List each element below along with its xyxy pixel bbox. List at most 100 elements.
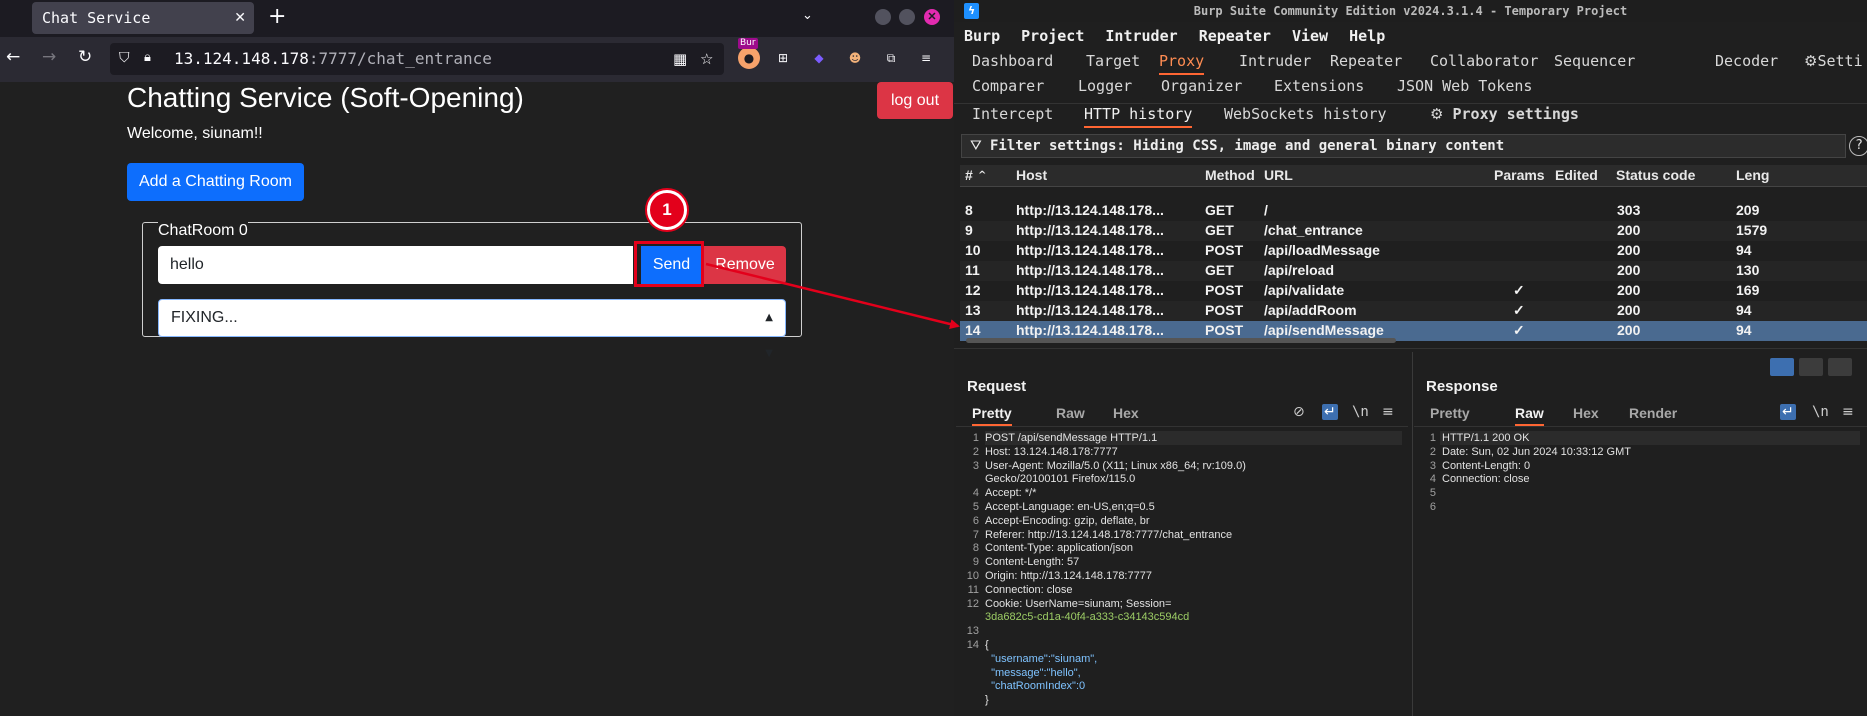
- extension-grid-icon[interactable]: ⊞: [772, 47, 794, 69]
- menu-repeater[interactable]: Repeater: [1199, 27, 1271, 45]
- tab-intercept[interactable]: Intercept: [972, 105, 1053, 123]
- line-number: 2: [1429, 445, 1436, 458]
- stacked-layout-icon[interactable]: [1799, 358, 1823, 376]
- request-tab-pretty[interactable]: Pretty: [972, 405, 1012, 426]
- tab-proxy[interactable]: Proxy: [1159, 52, 1205, 75]
- response-wrap-lines-icon[interactable]: ↵: [1780, 404, 1796, 420]
- table-row[interactable]: 13 http://13.124.148.178... POST/api/addRo…: [960, 301, 1867, 321]
- url-host: 13.124.148.178: [174, 49, 309, 68]
- request-response-divider[interactable]: [1412, 352, 1413, 716]
- forward-icon[interactable]: →: [42, 47, 56, 67]
- tab-decoder[interactable]: Decoder: [1715, 52, 1778, 70]
- close-tab-icon[interactable]: ✕: [234, 2, 246, 34]
- url-text[interactable]: 13.124.148.178:7777/chat_entrance: [174, 49, 492, 68]
- side-by-side-layout-icon[interactable]: [1770, 358, 1794, 376]
- help-icon[interactable]: ?: [1849, 136, 1867, 156]
- message-input[interactable]: hello: [158, 246, 633, 284]
- response-show-newlines-icon[interactable]: \n: [1812, 404, 1829, 420]
- line-number: 5: [972, 501, 979, 513]
- request-menu-icon[interactable]: ≡: [1382, 404, 1394, 420]
- cell-params: ✓: [1513, 282, 1525, 298]
- tabs-layout-icon[interactable]: [1828, 358, 1852, 376]
- new-tab-button[interactable]: +: [268, 4, 286, 30]
- url-bar[interactable]: ⛉ 🔒︎ 13.124.148.178:7777/chat_entrance ▦…: [110, 43, 724, 75]
- hide-nonprintable-icon[interactable]: ⊘: [1293, 404, 1305, 420]
- tab-settings[interactable]: ⚙Setti: [1804, 52, 1863, 70]
- lock-icon[interactable]: 🔒︎: [144, 50, 151, 65]
- bookmark-star-icon[interactable]: ☆: [700, 50, 713, 68]
- list-tabs-icon[interactable]: ⌄: [802, 8, 813, 23]
- menu-project[interactable]: Project: [1021, 27, 1084, 45]
- sort-asc-icon[interactable]: ^: [978, 170, 986, 181]
- request-tab-hex[interactable]: Hex: [1113, 405, 1139, 421]
- menu-intruder[interactable]: Intruder: [1105, 27, 1177, 45]
- chat-room-select[interactable]: FIXING... ▲ ▼: [158, 299, 786, 359]
- browser-tab[interactable]: Chat Service ✕: [32, 2, 254, 34]
- tab-intruder[interactable]: Intruder: [1239, 52, 1311, 70]
- extensions-puzzle-icon[interactable]: ⧉: [880, 47, 902, 69]
- code-line: Cookie: UserName=siunam; Session=: [985, 597, 1172, 610]
- tabs-separator: [954, 103, 1867, 104]
- table-row[interactable]: 12 http://13.124.148.178... POST/api/valid…: [960, 281, 1867, 301]
- code-line: Connection: close: [985, 583, 1073, 596]
- tab-json-web-tokens[interactable]: JSON Web Tokens: [1397, 77, 1532, 95]
- remove-button[interactable]: Remove: [704, 246, 786, 284]
- tab-organizer[interactable]: Organizer: [1161, 77, 1242, 95]
- tab-extensions[interactable]: Extensions: [1274, 77, 1364, 95]
- menu-icon[interactable]: ≡: [915, 47, 937, 69]
- close-window-icon[interactable]: ✕: [924, 9, 940, 25]
- response-menu-icon[interactable]: ≡: [1842, 404, 1854, 420]
- response-tab-raw[interactable]: Raw: [1515, 405, 1544, 426]
- table-row[interactable]: 9 http://13.124.148.178... GET/chat_entran…: [960, 221, 1867, 241]
- tab-dashboard[interactable]: Dashboard: [972, 52, 1053, 70]
- response-tab-render[interactable]: Render: [1629, 405, 1677, 421]
- table-row[interactable]: 8 http://13.124.148.178... GET / 303 209: [960, 201, 1867, 221]
- table-row[interactable]: 11 http://13.124.148.178... GET/api/reload…: [960, 261, 1867, 281]
- menu-help[interactable]: Help: [1349, 27, 1385, 45]
- response-tab-hex[interactable]: Hex: [1573, 405, 1599, 421]
- tab-logger[interactable]: Logger: [1078, 77, 1132, 95]
- minimize-icon[interactable]: [875, 9, 891, 25]
- tab-collaborator[interactable]: Collaborator: [1430, 52, 1538, 70]
- tab-settings-label: Setti: [1817, 52, 1863, 70]
- burp-extension-icon[interactable]: Bur ●: [738, 38, 760, 69]
- cube-extension-icon[interactable]: ◆: [808, 47, 830, 69]
- qr-code-icon[interactable]: ▦: [673, 50, 687, 68]
- burp-extension-tag: Bur: [738, 38, 758, 49]
- shield-icon[interactable]: ⛉: [119, 50, 130, 66]
- request-tab-raw[interactable]: Raw: [1056, 405, 1085, 421]
- table-row[interactable]: 10 http://13.124.148.178... POST/api/loadM…: [960, 241, 1867, 261]
- tab-target[interactable]: Target: [1086, 52, 1140, 70]
- response-tab-pretty[interactable]: Pretty: [1430, 405, 1470, 421]
- tab-repeater[interactable]: Repeater: [1330, 52, 1402, 70]
- page-title: Chatting Service (Soft-Opening): [127, 82, 524, 113]
- add-chat-room-button[interactable]: Add a Chatting Room: [127, 163, 304, 201]
- maximize-icon[interactable]: [899, 9, 915, 25]
- wrap-lines-icon[interactable]: ↵: [1322, 404, 1338, 420]
- reload-icon[interactable]: ↻: [78, 47, 92, 67]
- filter-bar[interactable]: ⛛ Filter settings: Hiding CSS, image and…: [961, 134, 1846, 158]
- face-extension-icon[interactable]: ☻: [844, 47, 866, 69]
- back-icon[interactable]: ←: [6, 47, 20, 67]
- table-row-partial[interactable]: [960, 181, 1867, 189]
- pane-separator: [954, 348, 1867, 349]
- show-newlines-icon[interactable]: \n: [1352, 404, 1369, 420]
- tab-http-history[interactable]: HTTP history: [1084, 105, 1193, 128]
- cell-host: http://13.124.148.178...: [1016, 242, 1164, 258]
- tab-sequencer[interactable]: Sequencer: [1554, 52, 1635, 70]
- logout-button[interactable]: log out: [877, 82, 953, 119]
- line-number: 12: [966, 597, 979, 610]
- table-horizontal-scrollbar[interactable]: [966, 338, 1396, 343]
- menu-burp[interactable]: Burp: [964, 27, 1000, 45]
- menu-view[interactable]: View: [1292, 27, 1328, 45]
- layout-toggle: [1770, 358, 1857, 381]
- cell-status: 200: [1617, 282, 1641, 298]
- tab-comparer[interactable]: Comparer: [972, 77, 1044, 95]
- code-line: POST /api/sendMessage HTTP/1.1: [985, 432, 1158, 444]
- proxy-settings-button[interactable]: ⚙ Proxy settings: [1430, 105, 1579, 123]
- request-editor[interactable]: 1 POST /api/sendMessage HTTP/1.1 2 Host: 13…: [963, 432, 1403, 716]
- tab-strip: Chat Service ✕ + ⌄ ✕: [0, 0, 954, 37]
- response-editor[interactable]: 1 HTTP/1.1 200 OK 2 Date: Sun, 02 Jun 2024 …: [1420, 432, 1860, 552]
- cell-num: 12: [965, 282, 981, 298]
- tab-websockets-history[interactable]: WebSockets history: [1224, 105, 1387, 123]
